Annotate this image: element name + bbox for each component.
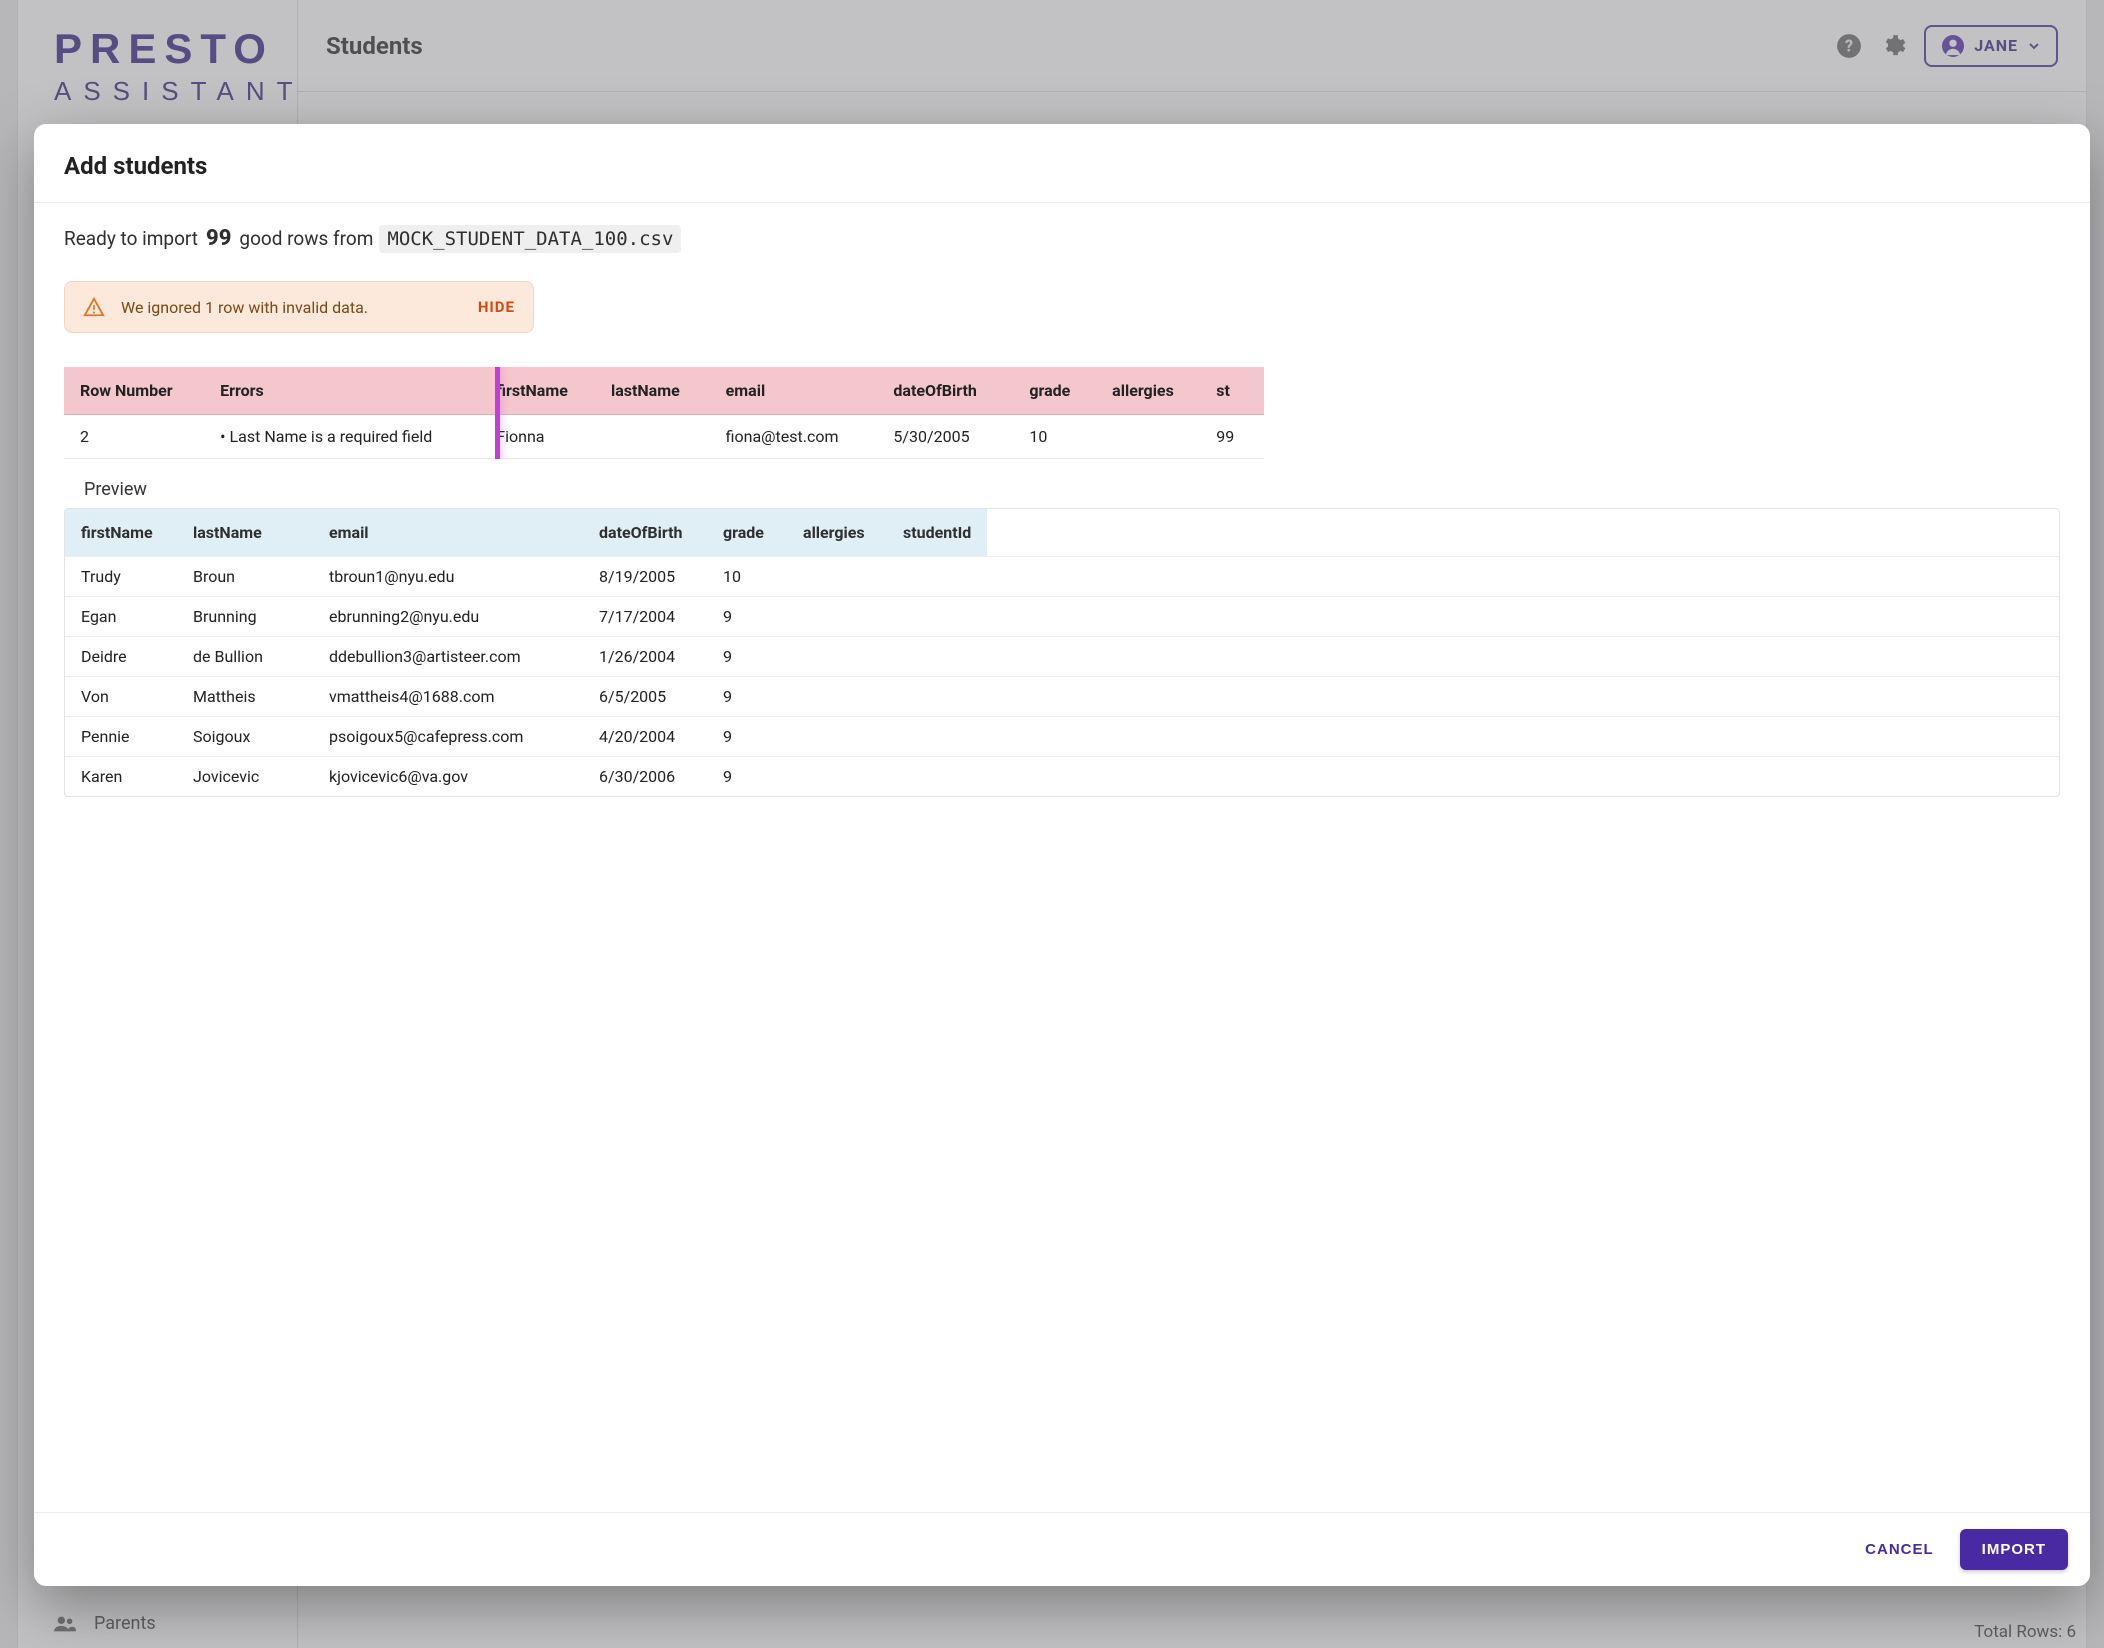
preview-cell-studentId <box>887 717 987 757</box>
preview-cell-dateOfBirth: 4/20/2004 <box>583 717 707 757</box>
errors-header-row-number: Row Number <box>64 367 204 415</box>
preview-cell-grade: 9 <box>707 717 787 757</box>
preview-cell-lastName: Jovicevic <box>177 757 313 797</box>
preview-cell-firstName: Pennie <box>65 717 177 757</box>
preview-cell-allergies <box>787 757 887 797</box>
preview-cell-lastName: Mattheis <box>177 677 313 717</box>
preview-header-studentid: studentId <box>887 509 987 557</box>
cancel-button[interactable]: CANCEL <box>1857 1529 1942 1570</box>
preview-cell-studentId <box>887 637 987 677</box>
preview-cell-firstName: Deidre <box>65 637 177 677</box>
preview-header-allergies: allergies <box>787 509 887 557</box>
hide-warning-button[interactable]: HIDE <box>478 298 515 316</box>
preview-header-grade: grade <box>707 509 787 557</box>
preview-cell-allergies <box>787 677 887 717</box>
preview-cell-studentId <box>887 757 987 797</box>
preview-cell-allergies <box>787 637 887 677</box>
warning-text: We ignored 1 row with invalid data. <box>121 298 462 317</box>
errors-cell-row_number: 2 <box>64 415 204 459</box>
dialog-title: Add students <box>64 152 2060 180</box>
errors-header-dob: dateOfBirth <box>877 367 1013 415</box>
preview-cell-studentId <box>887 677 987 717</box>
errors-table-row: 2• Last Name is a required fieldFionna fi… <box>64 415 1264 459</box>
preview-header-lastname: lastName <box>177 509 313 557</box>
errors-cell-studentId: 99 <box>1200 415 1264 459</box>
preview-cell-email: kjovicevic6@va.gov <box>313 757 583 797</box>
errors-header-firstname: firstName <box>480 367 595 415</box>
preview-table: firstName lastName email dateOfBirth gra… <box>65 509 2059 796</box>
preview-cell-dateOfBirth: 8/19/2005 <box>583 557 707 597</box>
preview-cell-lastName: Brunning <box>177 597 313 637</box>
errors-cell-dateOfBirth: 5/30/2005 <box>877 415 1013 459</box>
preview-cell-grade: 9 <box>707 677 787 717</box>
errors-cell-error: • Last Name is a required field <box>204 415 480 459</box>
preview-cell-studentId <box>887 597 987 637</box>
errors-cell-email: fiona@test.com <box>710 415 878 459</box>
preview-table-row: Deidrede Bullionddebullion3@artisteer.co… <box>65 637 2059 677</box>
preview-cell-firstName: Trudy <box>65 557 177 597</box>
errors-header-email: email <box>710 367 878 415</box>
preview-cell-grade: 10 <box>707 557 787 597</box>
preview-cell-dateOfBirth: 1/26/2004 <box>583 637 707 677</box>
preview-header-email: email <box>313 509 583 557</box>
preview-cell-email: psoigoux5@cafepress.com <box>313 717 583 757</box>
preview-label: Preview <box>84 479 2090 500</box>
errors-header-errors: Errors <box>204 367 480 415</box>
preview-header-firstname: firstName <box>65 509 177 557</box>
preview-cell-email: ebrunning2@nyu.edu <box>313 597 583 637</box>
good-row-count: 99 <box>206 226 231 251</box>
preview-table-row: KarenJovicevickjovicevic6@va.gov6/30/200… <box>65 757 2059 797</box>
preview-cell-dateOfBirth: 7/17/2004 <box>583 597 707 637</box>
errors-cell-firstName: Fionna <box>480 415 595 459</box>
errors-header-grade: grade <box>1013 367 1096 415</box>
warning-icon <box>83 296 105 318</box>
import-button[interactable]: IMPORT <box>1960 1529 2068 1570</box>
preview-cell-firstName: Egan <box>65 597 177 637</box>
preview-header-dob: dateOfBirth <box>583 509 707 557</box>
import-filename: MOCK_STUDENT_DATA_100.csv <box>379 225 681 253</box>
errors-header-allergies: allergies <box>1096 367 1200 415</box>
preview-cell-email: vmattheis4@1688.com <box>313 677 583 717</box>
errors-header-lastname: lastName <box>595 367 710 415</box>
preview-cell-allergies <box>787 597 887 637</box>
preview-table-row: VonMattheisvmattheis4@1688.com6/5/20059 <box>65 677 2059 717</box>
errors-table: Row Number Errors firstName lastName ema… <box>64 367 1264 459</box>
preview-cell-email: ddebullion3@artisteer.com <box>313 637 583 677</box>
preview-cell-firstName: Karen <box>65 757 177 797</box>
errors-cell-allergies <box>1096 415 1200 459</box>
preview-table-row: PennieSoigouxpsoigoux5@cafepress.com4/20… <box>65 717 2059 757</box>
preview-cell-allergies <box>787 717 887 757</box>
preview-cell-lastName: Soigoux <box>177 717 313 757</box>
preview-cell-email: tbroun1@nyu.edu <box>313 557 583 597</box>
errors-cell-grade: 10 <box>1013 415 1096 459</box>
preview-cell-dateOfBirth: 6/30/2006 <box>583 757 707 797</box>
preview-cell-lastName: Broun <box>177 557 313 597</box>
preview-cell-grade: 9 <box>707 597 787 637</box>
preview-table-row: TrudyBrountbroun1@nyu.edu8/19/200510 <box>65 557 2059 597</box>
preview-cell-grade: 9 <box>707 757 787 797</box>
errors-header-studentid: st <box>1200 367 1264 415</box>
invalid-rows-warning: We ignored 1 row with invalid data. HIDE <box>64 281 534 333</box>
add-students-dialog: Add students Ready to import 99 good row… <box>34 124 2090 1586</box>
errors-cell-lastName <box>595 415 710 459</box>
ready-summary: Ready to import 99 good rows from MOCK_S… <box>34 225 2090 253</box>
preview-cell-firstName: Von <box>65 677 177 717</box>
preview-cell-grade: 9 <box>707 637 787 677</box>
preview-cell-allergies <box>787 557 887 597</box>
preview-cell-studentId <box>887 557 987 597</box>
preview-table-row: EganBrunningebrunning2@nyu.edu7/17/20049 <box>65 597 2059 637</box>
preview-cell-dateOfBirth: 6/5/2005 <box>583 677 707 717</box>
preview-cell-lastName: de Bullion <box>177 637 313 677</box>
